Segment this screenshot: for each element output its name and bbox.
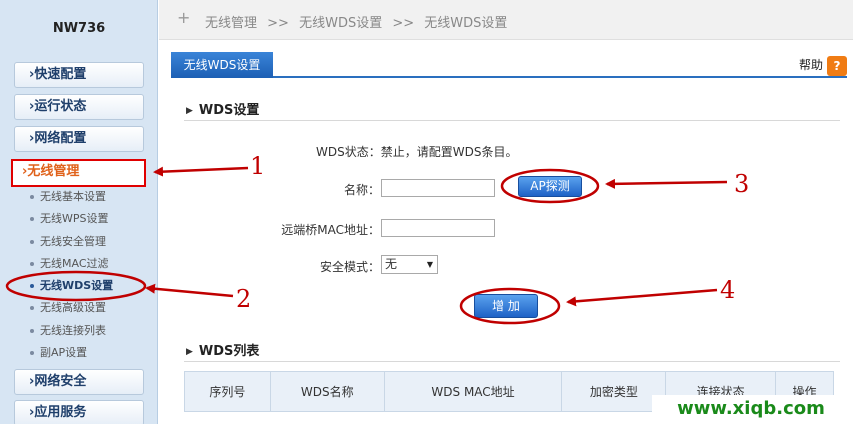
name-input[interactable] (381, 179, 495, 197)
breadcrumb-item: 无线WDS设置 (424, 16, 508, 31)
breadcrumb-item: 无线管理 (205, 16, 258, 31)
submenu-wireless-clients[interactable]: 无线连接列表 (26, 320, 144, 342)
divider (184, 120, 840, 121)
plus-icon: + (177, 8, 191, 27)
security-mode-label: 安全模式： (319, 260, 380, 274)
menu-label: 无线管理 (27, 164, 80, 179)
annotation-arrow-4 (566, 288, 718, 307)
triangle-right-icon: ▶ (186, 105, 193, 116)
annotation-arrow-1 (153, 166, 249, 177)
submenu-wireless-wds[interactable]: 无线WDS设置 (26, 275, 144, 297)
section-wds-list: ▶ WDS列表 (186, 340, 259, 359)
breadcrumb-separator: >> (392, 16, 415, 31)
submenu-wireless-advanced[interactable]: 无线高级设置 (26, 297, 144, 319)
submenu-wireless-security[interactable]: 无线安全管理 (26, 231, 144, 253)
help-icon: ? (827, 55, 847, 76)
remote-mac-label: 远端桥MAC地址： (281, 223, 380, 237)
menu-label: 运行状态 (34, 99, 87, 114)
breadcrumb-bar: + 无线管理 >> 无线WDS设置 >> 无线WDS设置 (159, 0, 853, 40)
add-button[interactable]: 增 加 (474, 294, 538, 318)
annotation-number-3: 3 (734, 170, 750, 198)
menu-running-status[interactable]: ›运行状态 (14, 94, 144, 120)
menu-quick-config[interactable]: ›快速配置 (14, 62, 144, 88)
wds-status-text: WDS状态：禁止，请配置WDS条目。 (316, 145, 518, 159)
menu-label: 快速配置 (34, 67, 87, 82)
menu-app-services[interactable]: ›应用服务 (14, 400, 144, 424)
chevron-down-icon: ▼ (426, 260, 433, 269)
triangle-right-icon: ▶ (186, 346, 193, 357)
help-button[interactable]: 帮助? (799, 54, 847, 76)
section-title: WDS设置 (198, 103, 260, 118)
annotation-arrow-3 (605, 178, 728, 189)
name-label: 名称： (343, 183, 380, 197)
column-encryption: 加密类型 (561, 371, 667, 412)
help-label: 帮助 (798, 58, 823, 72)
ap-scan-button[interactable]: AP探测 (518, 176, 582, 197)
tab-bar: 无线WDS设置 帮助? (171, 52, 847, 78)
wireless-submenu: 无线基本设置 无线WPS设置 无线安全管理 无线MAC过滤 无线WDS设置 无线… (26, 186, 144, 364)
submenu-wireless-basic[interactable]: 无线基本设置 (26, 186, 144, 208)
annotation-number-1: 1 (250, 152, 266, 180)
device-model: NW736 (52, 21, 106, 36)
tab-wds-settings[interactable]: 无线WDS设置 (171, 52, 273, 78)
security-mode-select[interactable]: 无 ▼ (381, 255, 438, 274)
breadcrumb-item: 无线WDS设置 (299, 16, 383, 31)
column-wds-mac: WDS MAC地址 (383, 371, 563, 412)
watermark: www.xiqb.com (652, 395, 850, 423)
submenu-wireless-mac-filter[interactable]: 无线MAC过滤 (26, 253, 144, 275)
menu-label: 网络配置 (34, 131, 87, 146)
menu-network-security[interactable]: ›网络安全 (14, 369, 144, 395)
annotation-number-4: 4 (720, 276, 736, 304)
menu-label: 应用服务 (34, 405, 87, 420)
column-serial: 序列号 (184, 371, 271, 412)
submenu-wireless-wps[interactable]: 无线WPS设置 (26, 208, 144, 230)
breadcrumb-separator: >> (267, 16, 289, 31)
menu-wireless-management[interactable]: ›无线管理 (11, 159, 146, 187)
menu-label: 网络安全 (34, 374, 87, 389)
select-value: 无 (385, 257, 398, 271)
section-title: WDS列表 (198, 344, 260, 359)
column-wds-name: WDS名称 (269, 371, 385, 412)
divider (184, 361, 840, 362)
annotation-arrow-2 (145, 283, 234, 298)
breadcrumb: 无线管理 >> 无线WDS设置 >> 无线WDS设置 (205, 12, 513, 31)
remote-mac-input[interactable] (381, 219, 495, 237)
annotation-number-2: 2 (236, 285, 252, 313)
section-wds-settings: ▶ WDS设置 (186, 99, 259, 118)
sidebar: NW736 ›快速配置 ›运行状态 ›网络配置 ›无线管理 无线基本设置 无线W… (0, 0, 158, 424)
submenu-sub-ap[interactable]: 副AP设置 (26, 342, 144, 364)
menu-network-config[interactable]: ›网络配置 (14, 126, 144, 152)
